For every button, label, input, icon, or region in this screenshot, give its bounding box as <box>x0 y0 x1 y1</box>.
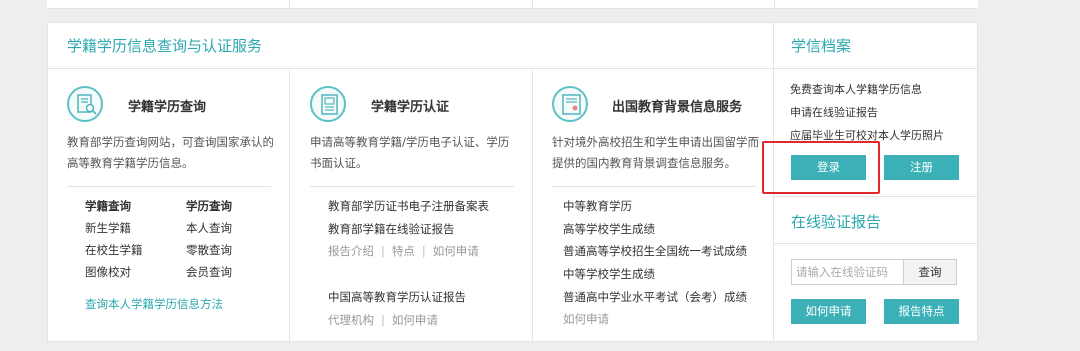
separator: | <box>381 312 385 327</box>
description-line: 书面认证。 <box>310 156 368 170</box>
link-secondary-education[interactable]: 中等教育学历 <box>563 198 747 221</box>
link-xueli-query[interactable]: 学历查询 <box>186 198 232 214</box>
service-title: 出国教育背景信息服务 <box>612 100 743 115</box>
service-description: 教育部学历查询网站，可查询国家承认的 高等教育学籍学历信息。 <box>67 132 274 174</box>
certify-link-list: 教育部学历证书电子注册备案表 教育部学籍在线验证报告 报告介绍 | 特点 | 如何申请 <box>328 198 489 266</box>
link-gaokao-scores[interactable]: 普通高等学校招生全国统一考试成绩 <box>563 243 747 266</box>
link-online-report[interactable]: 教育部学籍在线验证报告 <box>328 221 489 244</box>
divider <box>310 186 514 187</box>
divider <box>774 243 978 244</box>
service-description: 针对境外高校招生和学生申请出国留学而 提供的国内教育背景调查信息服务。 <box>552 132 759 174</box>
report-sub-links: 报告介绍 | 特点 | 如何申请 <box>328 243 489 266</box>
separator: | <box>381 244 385 259</box>
document-certify-icon <box>310 86 346 122</box>
divider <box>67 186 271 187</box>
services-panel-title: 学籍学历信息查询与认证服务 <box>48 23 773 69</box>
abroad-link-list: 中等教育学历 高等学校学生成绩 普通高等学校招生全国统一考试成绩 中等学校学生成… <box>563 198 747 334</box>
description-line: 申请高等教育学籍/学历电子认证、学历 <box>310 135 510 149</box>
report-features-button[interactable]: 报告特点 <box>884 299 959 324</box>
services-panel: 学籍学历信息查询与认证服务 学籍学历查询 教育部学历查询网站，可查询国家承认的 … <box>47 22 774 342</box>
archive-info-line: 申请在线验证报告 <box>790 106 878 119</box>
service-column-certify: 学籍学历认证 申请高等教育学籍/学历电子认证、学历 书面认证。 教育部学历证书电… <box>290 70 533 342</box>
link-registration-form[interactable]: 教育部学历证书电子注册备案表 <box>328 198 489 221</box>
link-single-query[interactable]: 零散查询 <box>186 242 232 258</box>
top-strip-divider <box>532 0 533 9</box>
link-xueji-query[interactable]: 学籍查询 <box>85 198 131 214</box>
link-secondary-grades[interactable]: 中等学校学生成绩 <box>563 266 747 289</box>
link-how-to-apply[interactable]: 如何申请 <box>433 244 479 258</box>
link-how-to-apply[interactable]: 如何申请 <box>563 311 747 334</box>
service-column-query: 学籍学历查询 教育部学历查询网站，可查询国家承认的 高等教育学籍学历信息。 学籍… <box>48 70 290 342</box>
description-line: 针对境外高校招生和学生申请出国留学而 <box>552 135 759 149</box>
archive-title: 学信档案 <box>774 23 977 69</box>
link-enrolled-student[interactable]: 在校生学籍 <box>85 242 143 258</box>
login-button[interactable]: 登录 <box>791 155 866 180</box>
link-self-query[interactable]: 本人查询 <box>186 220 232 236</box>
service-column-abroad: 出国教育背景信息服务 针对境外高校招生和学生申请出国留学而 提供的国内教育背景调… <box>533 70 774 342</box>
service-title: 学籍学历认证 <box>371 100 450 115</box>
verify-code-input[interactable] <box>791 259 904 285</box>
description-line: 提供的国内教育背景调查信息服务。 <box>552 156 736 170</box>
link-cert-report[interactable]: 中国高等教育学历认证报告 <box>328 289 466 312</box>
link-agency[interactable]: 代理机构 <box>328 313 374 327</box>
link-huikao-scores[interactable]: 普通高中学业水平考试（会考）成绩 <box>563 289 747 312</box>
link-how-to-apply[interactable]: 如何申请 <box>392 313 438 327</box>
archive-panel: 学信档案 免费查询本人学籍学历信息 申请在线验证报告 应届毕业生可校对本人学历照… <box>774 22 978 342</box>
divider <box>774 196 978 197</box>
top-strip-divider <box>289 0 290 9</box>
how-to-apply-button[interactable]: 如何申请 <box>791 299 866 324</box>
link-college-grades[interactable]: 高等学校学生成绩 <box>563 221 747 244</box>
archive-info-line: 免费查询本人学籍学历信息 <box>790 83 922 96</box>
service-title: 学籍学历查询 <box>128 100 207 115</box>
cert-sub-links: 代理机构 | 如何申请 <box>328 312 466 335</box>
link-image-check[interactable]: 图像校对 <box>85 264 131 280</box>
certify-link-list-2: 中国高等教育学历认证报告 代理机构 | 如何申请 <box>328 289 466 334</box>
link-new-student[interactable]: 新生学籍 <box>85 220 131 236</box>
archive-info-line: 应届毕业生可校对本人学历照片 <box>790 129 944 142</box>
top-strip <box>47 0 978 9</box>
query-button[interactable]: 查询 <box>903 259 957 285</box>
divider <box>552 186 756 187</box>
document-search-icon <box>67 86 103 122</box>
link-features[interactable]: 特点 <box>392 244 415 258</box>
separator: | <box>421 244 426 259</box>
verify-report-title: 在线验证报告 <box>791 213 882 231</box>
certificate-icon <box>552 86 588 122</box>
service-description: 申请高等教育学籍/学历电子认证、学历 书面认证。 <box>310 132 509 174</box>
description-line: 教育部学历查询网站，可查询国家承认的 <box>67 135 274 149</box>
description-line: 高等教育学籍学历信息。 <box>67 156 194 170</box>
link-report-intro[interactable]: 报告介绍 <box>328 244 374 258</box>
top-strip-divider <box>774 0 775 9</box>
query-method-link[interactable]: 查询本人学籍学历信息方法 <box>85 296 223 312</box>
link-member-query[interactable]: 会员查询 <box>186 264 232 280</box>
register-button[interactable]: 注册 <box>884 155 959 180</box>
